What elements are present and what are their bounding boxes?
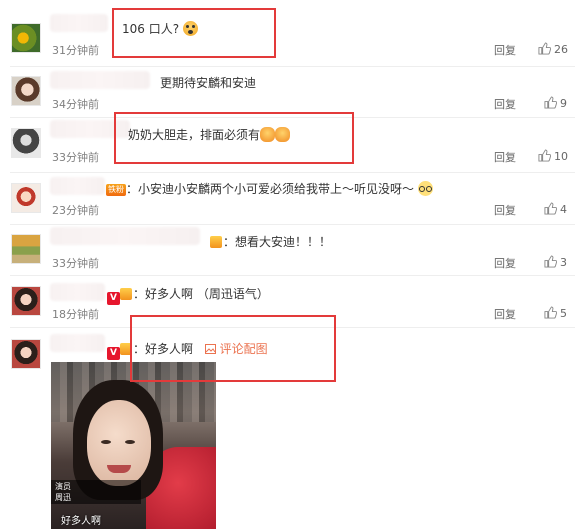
- user-avatar[interactable]: [11, 339, 41, 369]
- thumbs-up-icon: [544, 255, 558, 268]
- reply-button[interactable]: 回复: [494, 149, 516, 165]
- user-avatar[interactable]: [11, 76, 41, 106]
- like-button[interactable]: 5: [544, 306, 567, 320]
- user-avatar[interactable]: [11, 128, 41, 158]
- reply-button[interactable]: 回复: [494, 202, 516, 218]
- highlight-box: [112, 8, 276, 58]
- highlight-box: [130, 315, 336, 382]
- reply-button[interactable]: 回复: [494, 306, 516, 322]
- thumbs-up-icon: [544, 96, 558, 109]
- glasses-emoji-icon: [417, 181, 433, 196]
- comment-time: 33分钟前: [52, 257, 99, 270]
- thumbs-up-icon: [544, 202, 558, 215]
- username-blurred[interactable]: [50, 71, 150, 89]
- reply-button[interactable]: 回复: [494, 42, 516, 58]
- username-blurred[interactable]: [50, 14, 108, 32]
- comment-image[interactable]: 演员 周迅 好多人啊: [51, 362, 216, 529]
- user-avatar[interactable]: [11, 286, 41, 316]
- verified-badge-icon: V: [107, 292, 120, 305]
- vip-badge-icon: [120, 288, 132, 300]
- like-button[interactable]: 3: [544, 255, 567, 269]
- face: [87, 400, 151, 486]
- comment-text: 铁粉 ：小安迪小安麟两个小可爱必须给我带上～听见没呀～: [106, 180, 433, 197]
- user-avatar[interactable]: [11, 23, 41, 53]
- reply-button[interactable]: 回复: [494, 255, 516, 271]
- image-subtitle: 好多人啊: [61, 516, 101, 527]
- thumbs-up-icon: [538, 149, 552, 162]
- fan-badge: 铁粉: [106, 184, 126, 196]
- comment-time: 18分钟前: [52, 308, 99, 321]
- username-blurred[interactable]: [50, 283, 105, 301]
- like-button[interactable]: 10: [538, 149, 568, 163]
- user-avatar[interactable]: [11, 183, 41, 213]
- username-blurred[interactable]: [50, 227, 200, 245]
- comment-2: 更期待安麟和安迪 34分钟前 回复 9: [0, 66, 585, 116]
- comment-time: 34分钟前: [52, 98, 99, 111]
- like-button[interactable]: 26: [538, 42, 568, 56]
- comment-time: 31分钟前: [52, 44, 99, 57]
- vip-badge-icon: [210, 236, 222, 248]
- verified-badge-icon: V: [107, 347, 120, 360]
- comment-text: 更期待安麟和安迪: [160, 76, 257, 90]
- thumbs-up-icon: [544, 306, 558, 319]
- reply-button[interactable]: 回复: [494, 96, 516, 112]
- username-blurred[interactable]: [50, 334, 105, 352]
- comment-time: 23分钟前: [52, 204, 99, 217]
- username-blurred[interactable]: [50, 177, 105, 195]
- comment-text: V ：好多人啊 （周迅语气）: [107, 285, 269, 305]
- comment-5: ：想看大安迪！！！ 33分钟前 回复 3: [0, 224, 585, 276]
- user-avatar[interactable]: [11, 234, 41, 264]
- highlight-box: [114, 112, 354, 164]
- comment-text: ：想看大安迪！！！: [210, 233, 331, 250]
- comment-4: 铁粉 ：小安迪小安麟两个小可爱必须给我带上～听见没呀～ 23分钟前 回复 4: [0, 172, 585, 225]
- like-button[interactable]: 4: [544, 202, 567, 216]
- like-button[interactable]: 9: [544, 96, 567, 110]
- comment-time: 33分钟前: [52, 151, 99, 164]
- image-caption: 演员 周迅: [51, 480, 141, 504]
- comment-1: 106 口人? 31分钟前 回复 26: [0, 0, 585, 70]
- thumbs-up-icon: [538, 42, 552, 55]
